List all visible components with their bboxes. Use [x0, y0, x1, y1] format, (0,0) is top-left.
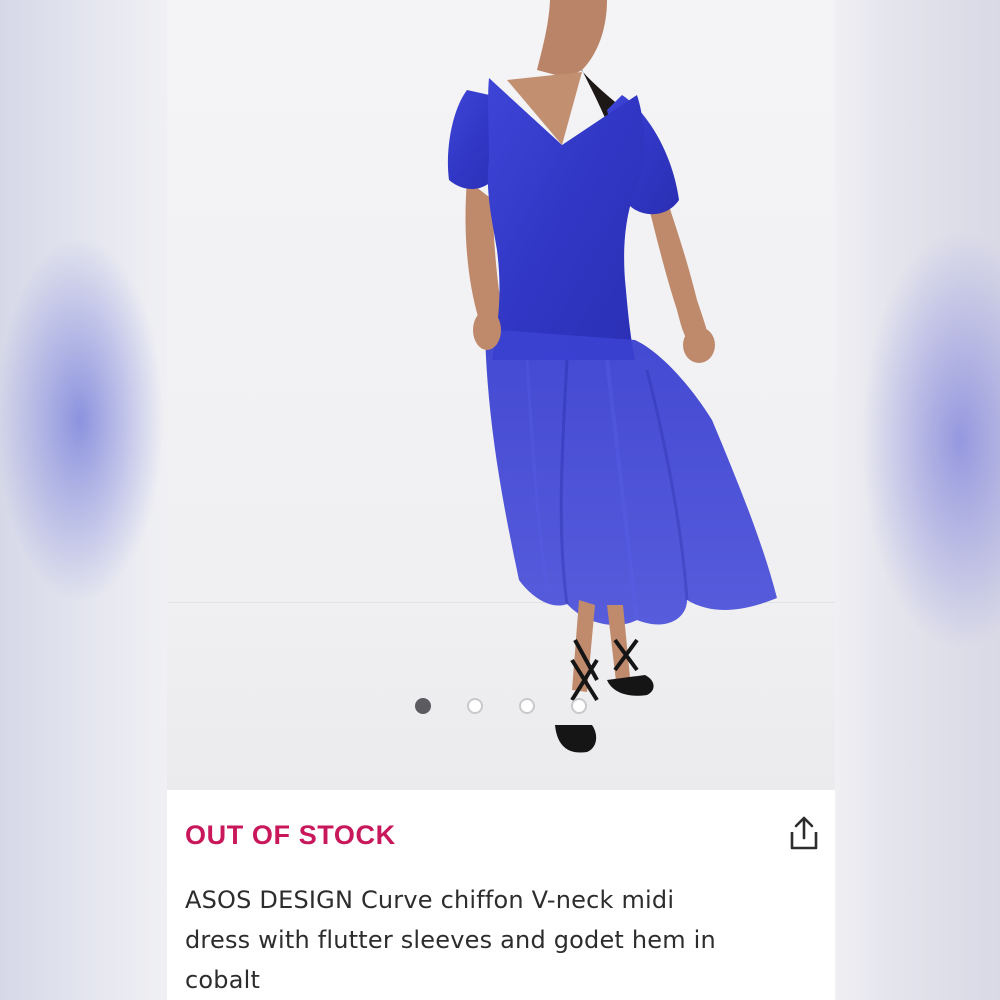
carousel-dot-4[interactable] — [571, 698, 587, 714]
carousel-dot-1[interactable] — [415, 698, 431, 714]
carousel-dot-2[interactable] — [467, 698, 483, 714]
product-title: ASOS DESIGN Curve chiffon V-neck midi dr… — [185, 886, 716, 994]
share-icon[interactable] — [787, 814, 821, 854]
product-image-carousel[interactable] — [167, 0, 835, 790]
stock-status: OUT OF STOCK — [185, 820, 396, 850]
carousel-dot-3[interactable] — [519, 698, 535, 714]
share-icon-glyph — [790, 816, 818, 850]
carousel-indicators — [167, 698, 835, 714]
product-info: OUT OF STOCK ASOS DESIGN Curve chiffon V… — [167, 790, 835, 1000]
product-image — [447, 0, 777, 753]
product-page: OUT OF STOCK ASOS DESIGN Curve chiffon V… — [167, 0, 835, 1000]
